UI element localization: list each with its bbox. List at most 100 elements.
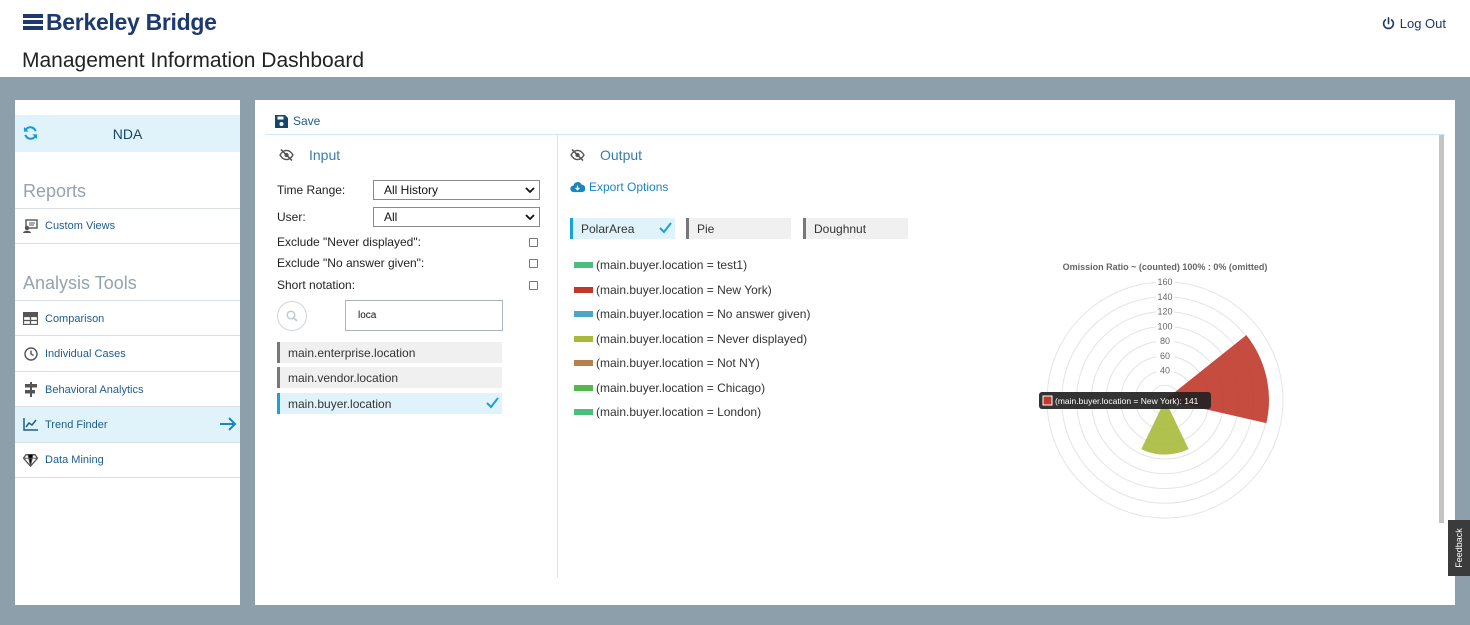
save-label: Save	[293, 114, 321, 128]
exclude-never-checkbox[interactable]	[529, 237, 538, 247]
sidebar-item-label: Behavioral Analytics	[45, 383, 144, 396]
diamond-icon	[23, 453, 38, 468]
legend-label: (main.buyer.location = New York)	[596, 282, 772, 297]
variable-label: main.buyer.location	[288, 396, 392, 411]
legend-swatch	[574, 335, 593, 342]
legend-item[interactable]: (main.buyer.location = Chicago)	[574, 380, 765, 396]
custom-views-icon	[23, 219, 38, 234]
exclude-noanswer-checkbox[interactable]	[529, 258, 538, 268]
project-name: NDA	[112, 125, 143, 142]
checkmark-icon	[486, 397, 499, 409]
eye-slash-icon[interactable]	[570, 149, 585, 161]
export-label: Export Options	[589, 180, 669, 194]
scrollbar[interactable]	[1439, 135, 1444, 523]
feedback-label: Feedback	[1454, 528, 1464, 568]
sidebar-item-label: Trend Finder	[45, 418, 108, 431]
sidebar-item-label: Comparison	[45, 312, 105, 325]
exclude-never-row: Exclude "Never displayed":	[277, 232, 540, 252]
user-value: All	[384, 210, 398, 224]
variable-label: main.vendor.location	[288, 370, 399, 385]
variable-label: main.enterprise.location	[288, 345, 416, 360]
sidebar-item-custom-views[interactable]: Custom Views	[15, 208, 240, 244]
logout-label: Log Out	[1399, 16, 1446, 31]
legend-swatch	[574, 360, 593, 366]
legend-swatch	[574, 311, 593, 317]
reports-section-title: Reports	[23, 181, 87, 201]
checkmark-icon	[659, 222, 672, 234]
tick-label: 40	[1160, 366, 1170, 376]
logo-mark-icon	[23, 12, 43, 32]
legend-swatch	[574, 286, 593, 293]
exclude-never-label: Exclude "Never displayed":	[277, 235, 421, 249]
exclude-noanswer-row: Exclude "No answer given":	[277, 253, 540, 273]
legend-swatch	[574, 384, 593, 391]
time-range-value: All History	[384, 183, 439, 197]
chart-title: Omission Ratio ~ (counted) 100% : 0% (om…	[1063, 262, 1268, 272]
chevron-down-icon	[525, 214, 535, 221]
legend-item[interactable]: (main.buyer.location = New York)	[574, 282, 772, 298]
sidebar-item-label: Custom Views	[45, 220, 116, 232]
signpost-icon	[23, 382, 38, 397]
sidebar-item-label: Data Mining	[45, 454, 104, 466]
header: Berkeley Bridge Log Out Management Infor…	[0, 0, 1470, 77]
polar-area-chart: Omission Ratio ~ (counted) 100% : 0% (om…	[1039, 262, 1284, 519]
project-selector[interactable]: NDA	[15, 115, 240, 152]
tab-doughnut[interactable]: Doughnut	[803, 218, 908, 239]
sidebar-item-individual-cases[interactable]: Individual Cases	[15, 335, 240, 371]
tab-polararea[interactable]: PolarArea	[570, 218, 675, 239]
legend-item[interactable]: (main.buyer.location = Not NY)	[574, 355, 760, 371]
search-input[interactable]: loca	[345, 300, 503, 331]
search-button[interactable]	[277, 301, 307, 331]
tick-label: 160	[1157, 277, 1172, 287]
chevron-down-icon	[525, 187, 535, 194]
tick-label: 140	[1157, 292, 1172, 302]
table-icon	[23, 311, 38, 326]
refresh-icon[interactable]	[23, 125, 38, 141]
tab-label: PolarArea	[581, 221, 635, 236]
input-title: Input	[309, 147, 341, 163]
legend-item[interactable]: (main.buyer.location = test1)	[574, 257, 747, 273]
tick-label: 100	[1157, 321, 1172, 331]
save-button[interactable]: Save	[275, 114, 320, 128]
sidebar-item-behavioral-analytics[interactable]: Behavioral Analytics	[15, 371, 240, 407]
tab-pie[interactable]: Pie	[686, 218, 791, 239]
trend-chart-icon	[23, 417, 38, 432]
tooltip-swatch	[1042, 395, 1053, 406]
variable-item-enterprise-location[interactable]: main.enterprise.location	[277, 342, 502, 363]
sidebar-item-data-mining[interactable]: Data Mining	[15, 442, 240, 478]
analysis-tools-section-title: Analysis Tools	[23, 273, 137, 293]
input-header[interactable]: Input	[279, 147, 340, 163]
variable-item-buyer-location[interactable]: main.buyer.location	[277, 393, 502, 414]
save-icon	[275, 114, 288, 128]
search-icon	[286, 310, 298, 322]
short-notation-row: Short notation:	[277, 275, 540, 295]
user-select[interactable]: All	[373, 207, 540, 227]
short-notation-label: Short notation:	[277, 278, 356, 292]
legend-label: (main.buyer.location = Never displayed)	[596, 331, 808, 346]
time-range-select[interactable]: All History	[373, 180, 540, 200]
output-header[interactable]: Output	[570, 147, 642, 163]
legend-item[interactable]: (main.buyer.location = Never displayed)	[574, 331, 807, 347]
export-options-button[interactable]: Export Options	[570, 180, 668, 194]
legend-label: (main.buyer.location = No answer given)	[596, 307, 811, 321]
short-notation-checkbox[interactable]	[529, 280, 538, 290]
sidebar-item-comparison[interactable]: Comparison	[15, 300, 240, 336]
exclude-noanswer-label: Exclude "No answer given":	[277, 256, 425, 270]
legend-label: (main.buyer.location = Chicago)	[596, 380, 766, 395]
power-icon	[1382, 17, 1394, 30]
logout-button[interactable]: Log Out	[1382, 16, 1446, 31]
tab-label: Doughnut	[814, 221, 867, 236]
cloud-download-icon	[570, 182, 585, 193]
legend-item[interactable]: (main.buyer.location = No answer given)	[574, 306, 810, 322]
legend-swatch	[574, 262, 593, 268]
feedback-tab[interactable]: Feedback	[1448, 520, 1470, 576]
legend-label: (main.buyer.location = London)	[596, 405, 762, 419]
legend-item[interactable]: (main.buyer.location = London)	[574, 404, 761, 420]
berkeley-bridge-logo: Berkeley Bridge	[23, 9, 217, 35]
eye-slash-icon[interactable]	[279, 149, 294, 161]
sidebar-item-trend-finder[interactable]: Trend Finder	[15, 406, 240, 442]
legend-label: (main.buyer.location = test1)	[596, 258, 748, 272]
variable-item-vendor-location[interactable]: main.vendor.location	[277, 367, 502, 388]
legend-label: (main.buyer.location = Not NY)	[596, 356, 760, 370]
sidebar: NDA Reports Custom Views Analysis Tools …	[15, 100, 240, 605]
